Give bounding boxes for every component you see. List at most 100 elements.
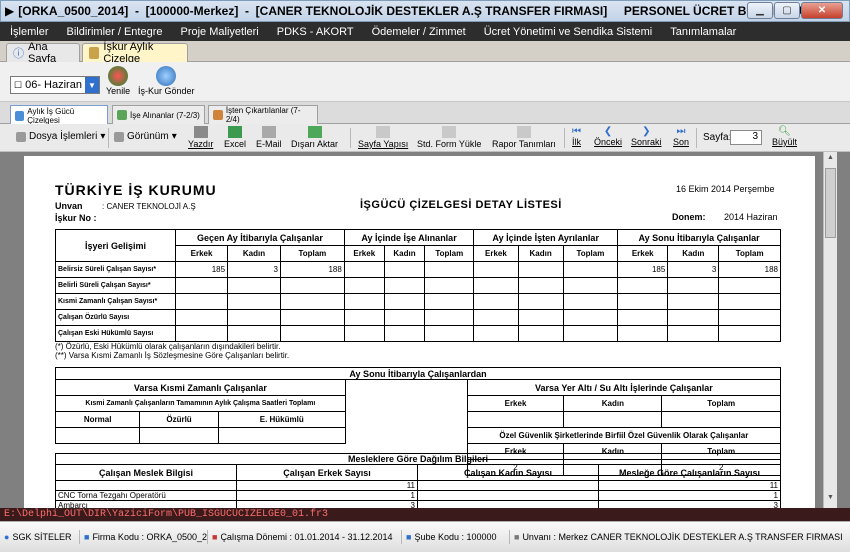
table-cell [562, 261, 619, 278]
subtab-aylik[interactable]: Aylık İş Gücü Çizelgesi [10, 105, 108, 125]
table-cell [383, 309, 426, 326]
table-cell [279, 277, 345, 294]
table-cell [383, 277, 426, 294]
scroll-thumb[interactable] [825, 168, 836, 238]
row-label: Kısmi Zamanlı Çalışan Sayısı* [55, 293, 176, 310]
table-cell [424, 261, 475, 278]
table-cell [227, 277, 281, 294]
prof-col: Çalışan Erkek Sayısı [236, 464, 418, 481]
last-icon: ⏭ [676, 126, 686, 137]
report-org: TÜRKİYE İŞ KURUMU [55, 182, 217, 198]
first-page-button[interactable]: ⏮ İlk [572, 126, 581, 147]
iskur-send-button[interactable]: İş-Kur Gönder [138, 66, 195, 96]
part-time-header: Varsa Kısmi Zamanlı Çalışanlar [55, 379, 346, 396]
table-cell: 3 [667, 261, 720, 278]
pt-col: E. Hükümlü [217, 411, 346, 428]
globe-icon: ● [4, 532, 10, 542]
view-dropdown[interactable]: Görünüm ▾ [114, 131, 177, 142]
menu-islemler[interactable]: İşlemler [0, 26, 57, 38]
chevron-down-icon[interactable]: ▼ [85, 77, 99, 93]
separator [564, 128, 565, 148]
table-cell [417, 490, 599, 501]
minimize-button[interactable]: ▁ [747, 2, 773, 19]
calendar-icon: ■ [212, 532, 218, 542]
file-icon [16, 131, 26, 142]
close-button[interactable]: ✕ [801, 2, 843, 19]
menu-bildirimler[interactable]: Bildirimler / Entegre [57, 26, 171, 38]
zoom-button[interactable]: 🔍︎ Büyült [772, 126, 797, 147]
table-cell [517, 261, 564, 278]
main-tabs: ⓘ Ana Sayfa İşkur Aylık Çizelge [0, 41, 850, 65]
table-cell: 188 [718, 261, 781, 278]
next-page-button[interactable]: ❯ Sonraki [631, 126, 662, 147]
table-cell [667, 309, 720, 326]
table-cell: 185 [174, 261, 229, 278]
page-input[interactable]: 3 [730, 130, 762, 145]
export-button[interactable]: Dışarı Aktar [291, 126, 338, 149]
document-icon: ■ [514, 532, 520, 542]
scroll-up-icon[interactable]: ▲ [825, 154, 836, 166]
std-form-button[interactable]: Std. Form Yükle [417, 126, 481, 149]
prev-page-button[interactable]: ❮ Önceki [594, 126, 622, 147]
menu-pdks[interactable]: PDKS - AKORT [267, 26, 362, 38]
menu-bar: İşlemler Bildirimler / Entegre Proje Mal… [0, 22, 850, 41]
sub-header: Toplam [424, 245, 475, 262]
email-button[interactable]: E-Mail [256, 126, 282, 149]
menu-ucret[interactable]: Ücret Yönetimi ve Sendika Sistemi [474, 26, 661, 38]
subtab-ise-alinanlar[interactable]: İşe Alınanlar (7-2/3) [112, 105, 205, 124]
separator [350, 128, 351, 148]
report-defs-button[interactable]: Rapor Tanımları [492, 126, 556, 149]
report-date: 16 Ekim 2014 Perşembe [676, 184, 775, 194]
menu-odemeler[interactable]: Ödemeler / Zimmet [362, 26, 474, 38]
table-row: 11 11 [55, 480, 781, 491]
workforce-rows: Belirsiz Süreli Çalışan Sayısı* 185 3 188 18… [55, 261, 781, 342]
prof-col: Çalışan Meslek Bilgisi [55, 464, 237, 481]
part-time-sub: Kısmi Zamanlı Çalışanların Tamamının Ayl… [55, 395, 346, 412]
table-cell [227, 293, 281, 310]
status-sube: ■ Şube Kodu : 100000 [402, 530, 510, 544]
table-cell [343, 261, 385, 278]
first-icon: ⏮ [572, 126, 581, 137]
refresh-button[interactable]: Yenile [106, 66, 130, 96]
menu-tanimlamalar[interactable]: Tanımlamalar [660, 26, 744, 38]
file-path: E:\Delphi_OUT\DIR\YaziciForm\PUB_ISGUCUC… [0, 508, 850, 521]
tab-iskur-aylik[interactable]: İşkur Aylık Çizelge [82, 41, 188, 65]
export-icon [307, 126, 322, 138]
sub-header: Toplam [562, 245, 619, 262]
sub-header: Kadın [383, 245, 426, 262]
page-label: Sayfa: [703, 132, 732, 143]
col-main-header: İşyeri Gelişimi [55, 229, 176, 262]
table-cell [517, 309, 564, 326]
last-page-button[interactable]: ⏭ Son [673, 126, 689, 147]
table-cell [562, 293, 619, 310]
table-cell: 1 [236, 490, 418, 501]
report-icon [516, 126, 531, 138]
file-ops-dropdown[interactable]: Dosya İşlemleri ▾ [16, 131, 105, 142]
prof-col: Çalışan Kadın Sayısı [417, 464, 599, 481]
excel-icon [228, 126, 242, 138]
excel-button[interactable]: Excel [224, 126, 246, 149]
report-toolbar: Dosya İşlemleri ▾ Görünüm ▾ Yazdır Excel E… [0, 124, 850, 152]
profession-rows: 11 11 CNC Torna Tezgahı Operatörü 1 1 Ambarcı… [55, 480, 781, 508]
sub-header: Kadın [517, 245, 564, 262]
table-cell [517, 277, 564, 294]
menu-proje[interactable]: Proje Maliyetleri [171, 26, 267, 38]
maximize-button[interactable]: ▢ [774, 2, 800, 19]
ug-col: Erkek [466, 395, 565, 412]
table-row: Ambarcı 3 3 [55, 500, 781, 508]
report-preview: TÜRKİYE İŞ KURUMU 16 Ekim 2014 Perşembe … [0, 152, 850, 508]
sub-header: Erkek [343, 245, 385, 262]
table-cell [667, 277, 720, 294]
branch-icon: ■ [406, 532, 412, 542]
building-icon: ■ [84, 532, 90, 542]
period-select[interactable]: ☐ 06- Haziran ▼ [10, 76, 100, 94]
sub-header: Kadın [667, 245, 720, 262]
subtab-isten-cikartilanlar[interactable]: İşten Çıkartılanlar (7-2/4) [208, 105, 318, 124]
vertical-scrollbar[interactable]: ▲ ▼ [823, 152, 837, 508]
print-button[interactable]: Yazdır [188, 126, 213, 149]
table-cell [417, 500, 599, 508]
table-cell [617, 293, 669, 310]
tab-ana-sayfa[interactable]: ⓘ Ana Sayfa [6, 41, 80, 65]
page-setup-button[interactable]: Sayfa Yapısı [358, 126, 408, 149]
scroll-down-icon[interactable]: ▼ [825, 494, 836, 506]
